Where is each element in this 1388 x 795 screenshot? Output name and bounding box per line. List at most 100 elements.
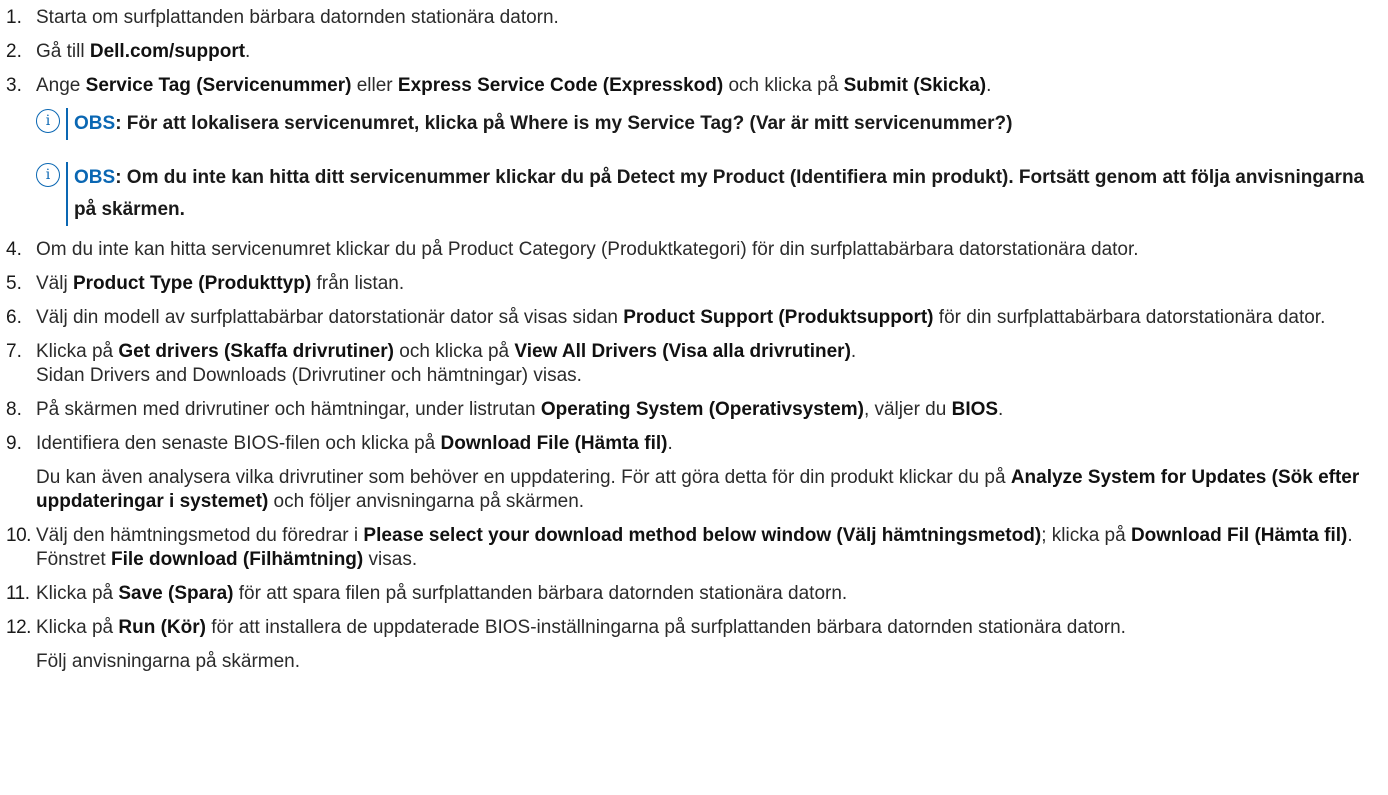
note-1: i OBS: För att lokalisera servicenumret,… <box>36 108 1368 140</box>
step-6: 6. Välj din modell av surfplattabärbar d… <box>6 306 1368 330</box>
step-text: Välj din modell av surfplattabärbar dato… <box>36 306 1368 330</box>
step-text: Gå till Dell.com/support. <box>36 40 1368 64</box>
step-line: Identifiera den senaste BIOS-filen och k… <box>36 432 1368 456</box>
step-2: 2. Gå till Dell.com/support. <box>6 40 1368 64</box>
step-text-plain: och klicka på <box>723 75 844 96</box>
note-body: : För att lokalisera servicenumret, klic… <box>115 113 1013 134</box>
step-number: 1. <box>6 7 22 28</box>
step-text: Ange Service Tag (Servicenummer) eller E… <box>36 74 1368 98</box>
step-text-plain: . <box>245 41 251 62</box>
step-text-bold: View All Drivers (Visa alla drivrutiner) <box>514 341 851 362</box>
step-result: Fönstret File download (Filhämtning) vis… <box>36 548 1368 572</box>
step-number: 2. <box>6 41 22 62</box>
step-text-bold: File download (Filhämtning) <box>110 549 364 570</box>
step-10: 10. Välj den hämtningsmetod du föredrar … <box>6 524 1368 572</box>
step-text-plain: eller <box>351 75 398 96</box>
step-text-bold: Service Tag (Servicenummer) <box>85 75 352 96</box>
note-divider <box>66 108 68 140</box>
step-text-bold: Download Fil (Hämta fil) <box>1130 525 1348 546</box>
step-number: 4. <box>6 239 22 260</box>
step-text-plain: På skärmen med drivrutiner och hämtninga… <box>36 399 541 420</box>
step-text-plain: och följer anvisningarna på skärmen. <box>268 491 585 512</box>
note-label: OBS <box>74 113 116 134</box>
step-text-plain: visas. <box>363 549 418 570</box>
step-line: Klicka på Run (Kör) för att installera d… <box>36 616 1368 640</box>
step-1: 1. Starta om surfplattanden bärbara dato… <box>6 6 1368 30</box>
step-5: 5. Välj Product Type (Produkttyp) från l… <box>6 272 1368 296</box>
step-text-plain: . <box>1347 525 1353 546</box>
step-text-bold: Run (Kör) <box>118 617 206 638</box>
step-text-plain: och klicka på <box>393 341 515 362</box>
step-text-bold: Download File (Hämta fil) <box>440 433 668 454</box>
step-text: Klicka på Run (Kör) för att installera d… <box>36 616 1368 674</box>
step-text-plain: Fönstret <box>36 549 111 570</box>
step-number: 8. <box>6 399 22 420</box>
step-text: Starta om surfplattanden bärbara datornd… <box>36 7 559 28</box>
step-text-plain: . <box>850 341 857 362</box>
step-text-plain: från listan. <box>311 273 405 294</box>
step-text-bold: Express Service Code (Expresskod) <box>397 75 724 96</box>
step-text-plain: Ange <box>36 75 86 96</box>
step-line: Klicka på Get drivers (Skaffa drivrutine… <box>36 340 1368 364</box>
step-text-bold: Please select your download method below… <box>363 525 1042 546</box>
step-7: 7. Klicka på Get drivers (Skaffa drivrut… <box>6 340 1368 388</box>
instruction-document: 1. Starta om surfplattanden bärbara dato… <box>0 0 1388 674</box>
step-text-plain: . <box>667 433 673 454</box>
step-text-plain: Klicka på <box>36 583 119 604</box>
note-body: : Om du inte kan hitta ditt servicenumme… <box>74 167 1365 220</box>
step-number: 5. <box>6 273 22 294</box>
step-text-plain: Du kan även analysera vilka drivrutiner … <box>36 467 1011 488</box>
step-text-plain: Identifiera den senaste BIOS-filen och k… <box>36 433 441 454</box>
step-text-bold: Operating System (Operativsystem) <box>540 399 864 420</box>
step-text-plain: Välj <box>36 273 73 294</box>
step-text-bold: Product Support (Produktsupport) <box>623 307 934 328</box>
step-text: På skärmen med drivrutiner och hämtninga… <box>36 398 1368 422</box>
step-number: 10. <box>6 525 31 546</box>
step-text: Klicka på Get drivers (Skaffa drivrutine… <box>36 340 1368 388</box>
step-text-plain: Gå till <box>36 41 90 62</box>
step-8: 8. På skärmen med drivrutiner och hämtni… <box>6 398 1368 422</box>
step-text-plain: Klicka på <box>36 341 119 362</box>
step-line: Välj den hämtningsmetod du föredrar i Pl… <box>36 524 1368 548</box>
step-4: 4. Om du inte kan hitta servicenumret kl… <box>6 238 1368 262</box>
step-text-plain: Välj din modell av surfplattabärbar dato… <box>36 307 624 328</box>
support-url: Dell.com/support <box>89 41 246 62</box>
step-text-plain: . <box>986 75 992 96</box>
step-text-plain: för din surfplattabärbara datorstationär… <box>933 307 1326 328</box>
step-text-bold: BIOS <box>951 399 999 420</box>
step-number: 3. <box>6 75 22 96</box>
step-text: Välj den hämtningsmetod du föredrar i Pl… <box>36 524 1368 572</box>
note-text: OBS: För att lokalisera servicenumret, k… <box>74 108 1012 140</box>
note-divider <box>66 162 68 226</box>
step-text-plain: för att installera de uppdaterade BIOS-i… <box>205 617 1126 638</box>
step-text-plain: . <box>998 399 1004 420</box>
step-text-bold: Save (Spara) <box>118 583 234 604</box>
step-subparagraph: Du kan även analysera vilka drivrutiner … <box>36 466 1368 514</box>
step-text-plain: Välj den hämtningsmetod du föredrar i <box>36 525 364 546</box>
step-text-plain: , väljer du <box>863 399 952 420</box>
step-text-plain: ; klicka på <box>1041 525 1131 546</box>
step-number: 11. <box>6 583 30 604</box>
note-label: OBS <box>74 167 116 188</box>
step-result: Följ anvisningarna på skärmen. <box>36 651 301 672</box>
step-number: 7. <box>6 341 22 362</box>
step-11: 11. Klicka på Save (Spara) för att spara… <box>6 582 1368 606</box>
step-number: 9. <box>6 433 22 454</box>
step-text-bold: Get drivers (Skaffa drivrutiner) <box>118 341 394 362</box>
step-12: 12. Klicka på Run (Kör) för att installe… <box>6 616 1368 674</box>
step-number: 12. <box>6 617 31 638</box>
step-result: Sidan Drivers and Downloads (Drivrutiner… <box>36 365 582 386</box>
info-icon: i <box>36 109 60 133</box>
step-text-plain: Klicka på <box>36 617 119 638</box>
info-icon: i <box>36 163 60 187</box>
step-text: Identifiera den senaste BIOS-filen och k… <box>36 432 1368 514</box>
step-text: Klicka på Save (Spara) för att spara fil… <box>36 582 1368 606</box>
step-text-bold: Product Type (Produkttyp) <box>72 273 312 294</box>
note-text: OBS: Om du inte kan hitta ditt servicenu… <box>74 162 1368 226</box>
step-text-bold: Submit (Skicka) <box>843 75 987 96</box>
step-9: 9. Identifiera den senaste BIOS-filen oc… <box>6 432 1368 514</box>
step-text-plain: för att spara filen på surfplattanden bä… <box>233 583 848 604</box>
step-text: Om du inte kan hitta servicenumret klick… <box>36 239 1139 260</box>
step-3: 3. Ange Service Tag (Servicenummer) elle… <box>6 74 1368 98</box>
step-number: 6. <box>6 307 22 328</box>
